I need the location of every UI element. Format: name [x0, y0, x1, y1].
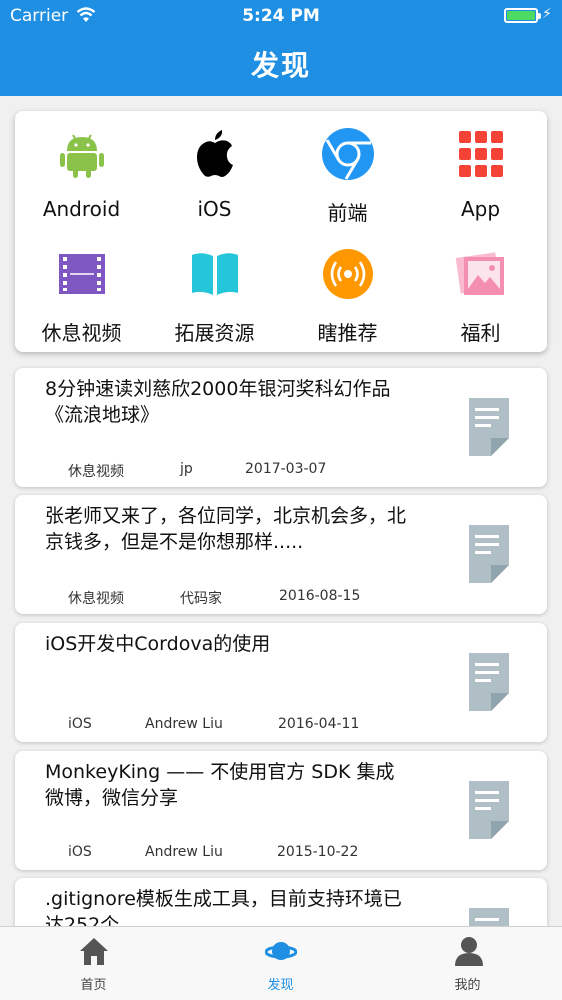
- category-label: Android: [42, 197, 121, 221]
- document-icon: [469, 781, 509, 839]
- page-title: 发现: [250, 49, 311, 82]
- article-date: 2017-03-07: [245, 461, 327, 477]
- charging-icon: ⚡: [542, 6, 552, 22]
- photo-icon: [454, 247, 508, 301]
- category-label: 前端: [327, 201, 368, 225]
- article-date: 2015-10-22: [277, 844, 359, 860]
- category-label: 瞎推荐: [317, 321, 378, 345]
- article-title: MonkeyKing —— 不使用官方 SDK 集成微博，微信分享: [45, 761, 395, 809]
- category-recommend[interactable]: 瞎推荐: [281, 231, 414, 351]
- article-author: Andrew Liu: [145, 844, 223, 860]
- article-title: 张老师又来了，各位同学，北京机会多，北京钱多，但是不是你想那样.....: [45, 505, 407, 553]
- category-app[interactable]: App: [414, 111, 547, 231]
- planet-icon: [264, 935, 298, 967]
- document-icon: [469, 653, 509, 711]
- home-icon: [78, 935, 110, 967]
- clock: 5:24 PM: [242, 6, 320, 26]
- article-author: Andrew Liu: [145, 716, 223, 732]
- tab-label: 发现: [267, 978, 294, 993]
- tab-label: 我的: [454, 978, 481, 993]
- tab-label: 首页: [80, 978, 107, 993]
- status-bar: Carrier 5:24 PM ⚡: [0, 0, 562, 32]
- article-card[interactable]: iOS开发中Cordova的使用 iOS Andrew Liu 2016-04-…: [15, 623, 547, 742]
- category-label: App: [460, 197, 501, 221]
- tab-discover[interactable]: 发现: [187, 927, 374, 1000]
- category-label: iOS: [197, 197, 232, 221]
- broadcast-icon: [321, 247, 375, 301]
- category-label: 休息视频: [41, 321, 122, 345]
- article-category: 休息视频: [68, 464, 124, 480]
- article-card[interactable]: 张老师又来了，各位同学，北京机会多，北京钱多，但是不是你想那样..... 休息视…: [15, 495, 547, 614]
- book-icon: [188, 247, 242, 301]
- article-author: 代码家: [180, 591, 222, 607]
- chrome-icon: [321, 127, 375, 181]
- battery-icon: [504, 8, 541, 23]
- category-android[interactable]: Android: [15, 111, 148, 231]
- document-icon: [469, 398, 509, 456]
- article-category: iOS: [68, 716, 92, 732]
- article-date: 2016-04-11: [278, 716, 360, 732]
- tab-bar: 首页 发现 我的: [0, 926, 562, 1000]
- category-card: Android iOS 前端 App 休息视频 拓展资源 瞎推荐 福利: [15, 111, 547, 352]
- category-frontend[interactable]: 前端: [281, 111, 414, 231]
- person-icon: [453, 935, 485, 967]
- document-icon: [469, 525, 509, 583]
- article-title: iOS开发中Cordova的使用: [45, 633, 271, 655]
- category-rest-video[interactable]: 休息视频: [15, 231, 148, 351]
- article-category: iOS: [68, 844, 92, 860]
- apple-icon: [188, 127, 242, 181]
- article-author: jp: [180, 461, 193, 477]
- article-card[interactable]: MonkeyKing —— 不使用官方 SDK 集成微博，微信分享 iOS An…: [15, 751, 547, 870]
- film-icon: [55, 247, 109, 301]
- article-title: 8分钟速读刘慈欣2000年银河奖科幻作品《流浪地球》: [45, 378, 391, 426]
- tab-mine[interactable]: 我的: [374, 927, 561, 1000]
- category-welfare[interactable]: 福利: [414, 231, 547, 351]
- app-grid-icon: [454, 127, 508, 181]
- tab-home[interactable]: 首页: [0, 927, 187, 1000]
- android-icon: [55, 127, 109, 181]
- header: Carrier 5:24 PM ⚡ 发现: [0, 0, 562, 96]
- article-category: 休息视频: [68, 591, 124, 607]
- article-card[interactable]: 8分钟速读刘慈欣2000年银河奖科幻作品《流浪地球》 休息视频 jp 2017-…: [15, 368, 547, 487]
- category-label: 福利: [460, 321, 501, 345]
- article-date: 2016-08-15: [279, 588, 361, 604]
- category-ios[interactable]: iOS: [148, 111, 281, 231]
- category-resources[interactable]: 拓展资源: [148, 231, 281, 351]
- category-label: 拓展资源: [174, 321, 255, 345]
